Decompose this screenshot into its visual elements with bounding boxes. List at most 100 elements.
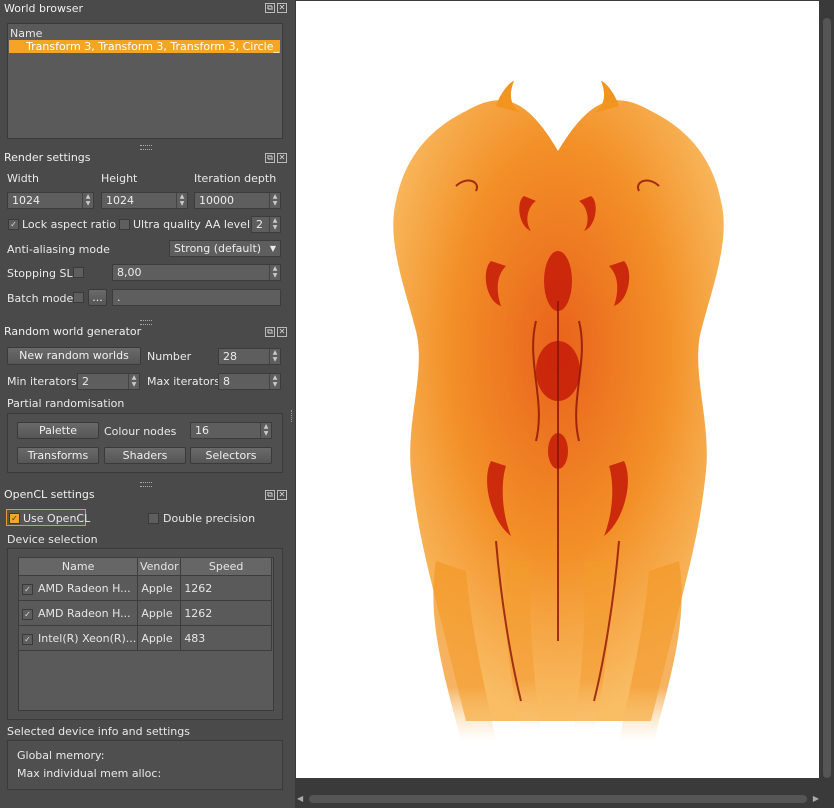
float-icon[interactable]: ⧉	[265, 153, 275, 163]
aa-mode-select[interactable]: Strong (default) ▼	[169, 240, 281, 257]
stopping-sl-value: 8,00	[117, 266, 142, 279]
horizontal-scrollbar[interactable]: ◀ ▶	[295, 792, 821, 806]
device-vendor: Apple	[137, 600, 182, 626]
max-iterators-label: Max iterators	[147, 375, 220, 388]
device-vendor: Apple	[137, 625, 182, 651]
spin-arrows-icon[interactable]: ▲ ▼	[269, 349, 280, 364]
device-name: AMD Radeon H...	[38, 606, 131, 620]
render-settings-title: Render settings	[4, 151, 91, 164]
lock-aspect-checkbox[interactable]: ✓	[8, 219, 19, 230]
horizontal-scroll-thumb[interactable]	[309, 795, 807, 803]
spin-arrows-icon[interactable]: ▲ ▼	[82, 193, 93, 208]
column-header-speed[interactable]: Speed	[180, 557, 272, 576]
double-precision-checkbox[interactable]	[148, 513, 159, 524]
fractal-flame-image	[393, 81, 724, 741]
close-icon[interactable]: ✕	[277, 327, 287, 337]
random-generator-panel-buttons: ⧉ ✕	[265, 327, 287, 337]
column-header-vendor[interactable]: Vendor	[137, 557, 182, 576]
aa-level-value: 2	[256, 218, 263, 231]
iteration-depth-label: Iteration depth	[194, 172, 277, 185]
table-row[interactable]: ✓ AMD Radeon H... Apple 1262	[17, 600, 272, 626]
scroll-left-icon[interactable]: ◀	[297, 794, 303, 803]
close-icon[interactable]: ✕	[277, 3, 287, 13]
batch-path-value: .	[117, 291, 121, 304]
fractal-render-canvas[interactable]	[296, 1, 819, 778]
device-name: Intel(R) Xeon(R)...	[38, 631, 137, 645]
palette-button[interactable]: Palette	[17, 422, 99, 439]
stopping-sl-input[interactable]: 8,00 ▲ ▼	[112, 264, 281, 281]
vertical-scroll-thumb[interactable]	[823, 18, 831, 778]
iteration-depth-value: 10000	[199, 194, 234, 207]
number-value: 28	[223, 350, 237, 363]
transforms-button[interactable]: Transforms	[17, 447, 99, 464]
min-iterators-label: Min iterators	[7, 375, 77, 388]
batch-mode-label: Batch mode	[7, 292, 74, 305]
min-iterators-input[interactable]: 2 ▲ ▼	[77, 373, 140, 390]
device-speed: 483	[180, 625, 272, 651]
table-row[interactable]: ✓ AMD Radeon H... Apple 1262	[17, 575, 272, 601]
vertical-scrollbar[interactable]	[821, 0, 833, 790]
splitter-handle[interactable]	[140, 320, 152, 325]
spin-arrows-icon[interactable]: ▲ ▼	[260, 423, 271, 438]
column-header-name[interactable]: Name	[10, 27, 42, 40]
scroll-right-icon[interactable]: ▶	[813, 794, 819, 803]
render-settings-panel-buttons: ⧉ ✕	[265, 153, 287, 163]
colour-nodes-input[interactable]: 16 ▲ ▼	[190, 422, 272, 439]
double-precision-label: Double precision	[163, 512, 256, 525]
splitter-handle[interactable]	[140, 145, 152, 150]
stopping-sl-label: Stopping SL	[7, 267, 73, 280]
render-view[interactable]: ◀ ▶	[295, 0, 834, 808]
spin-arrows-icon[interactable]: ▲ ▼	[128, 374, 139, 389]
shaders-button[interactable]: Shaders	[104, 447, 186, 464]
opencl-panel-buttons: ⧉ ✕	[265, 490, 287, 500]
height-value: 1024	[106, 194, 134, 207]
splitter-handle[interactable]	[140, 482, 152, 487]
batch-browse-button[interactable]: ...	[88, 289, 107, 306]
chevron-down-icon: ▼	[269, 244, 276, 253]
colour-nodes-value: 16	[195, 424, 209, 437]
float-icon[interactable]: ⧉	[265, 490, 275, 500]
device-checkbox[interactable]: ✓	[22, 583, 33, 595]
aa-mode-value: Strong (default)	[174, 242, 262, 255]
aa-mode-label: Anti-aliasing mode	[7, 243, 110, 256]
opencl-settings-title: OpenCL settings	[4, 488, 95, 501]
height-label: Height	[101, 172, 138, 185]
batch-mode-checkbox[interactable]	[73, 292, 84, 303]
global-memory-label: Global memory:	[17, 749, 105, 762]
height-input[interactable]: 1024 ▲ ▼	[101, 192, 188, 209]
device-name-cell: ✓ AMD Radeon H...	[17, 575, 139, 601]
close-icon[interactable]: ✕	[277, 490, 287, 500]
stopping-sl-checkbox[interactable]	[73, 267, 84, 278]
spin-arrows-icon[interactable]: ▲ ▼	[176, 193, 187, 208]
batch-path-input[interactable]: .	[112, 289, 281, 306]
column-header-name[interactable]: Name	[17, 557, 139, 576]
ultra-quality-label: Ultra quality	[133, 218, 201, 231]
min-iterators-value: 2	[82, 375, 89, 388]
iteration-depth-input[interactable]: 10000 ▲ ▼	[194, 192, 281, 209]
selectors-button[interactable]: Selectors	[190, 447, 272, 464]
number-label: Number	[147, 350, 192, 363]
spin-arrows-icon[interactable]: ▲ ▼	[269, 217, 280, 232]
max-iterators-input[interactable]: 8 ▲ ▼	[218, 373, 281, 390]
world-list-item-selected[interactable]: Transform 3, Transform 3, Transform 3, C…	[9, 40, 280, 53]
lock-aspect-label: Lock aspect ratio	[22, 218, 117, 231]
table-row[interactable]: ✓ Intel(R) Xeon(R)... Apple 483	[17, 625, 272, 651]
close-icon[interactable]: ✕	[277, 153, 287, 163]
spin-arrows-icon[interactable]: ▲ ▼	[269, 193, 280, 208]
device-name: AMD Radeon H...	[38, 581, 131, 595]
new-random-worlds-button[interactable]: New random worlds	[7, 347, 141, 365]
spin-arrows-icon[interactable]: ▲ ▼	[269, 265, 280, 280]
device-checkbox[interactable]: ✓	[22, 608, 33, 620]
use-opencl-checkbox[interactable]: ✓	[9, 513, 20, 524]
width-input[interactable]: 1024 ▲ ▼	[7, 192, 94, 209]
float-icon[interactable]: ⧉	[265, 3, 275, 13]
device-checkbox[interactable]: ✓	[22, 633, 33, 645]
spin-arrows-icon[interactable]: ▲ ▼	[269, 374, 280, 389]
device-speed: 1262	[180, 575, 272, 601]
aa-level-input[interactable]: 2 ▲ ▼	[251, 216, 281, 233]
device-selection-label: Device selection	[7, 533, 98, 546]
max-alloc-label: Max individual mem alloc:	[17, 767, 162, 780]
float-icon[interactable]: ⧉	[265, 327, 275, 337]
number-input[interactable]: 28 ▲ ▼	[218, 348, 281, 365]
ultra-quality-checkbox[interactable]	[119, 219, 130, 230]
